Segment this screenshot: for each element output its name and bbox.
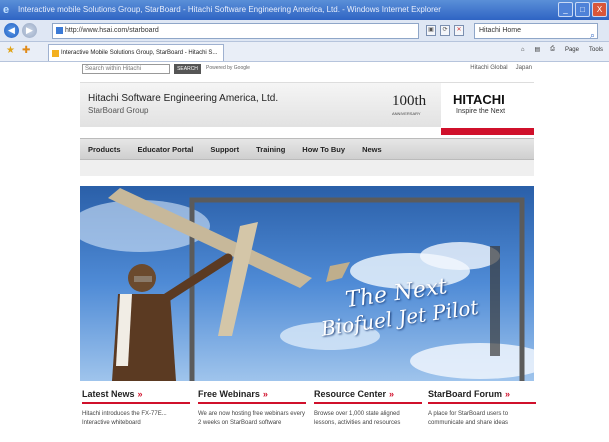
japan-link[interactable]: Japan	[516, 65, 532, 71]
stop-icon[interactable]: ✕	[454, 25, 464, 36]
sub-nav	[80, 160, 534, 176]
tab-current[interactable]: Interactive Mobile Solutions Group, Star…	[48, 44, 224, 61]
nav-news[interactable]: News	[362, 139, 382, 160]
hero-banner[interactable]: The Next Biofuel Jet Pilot	[80, 186, 534, 381]
browser-viewport: Search within Hitachi SEARCH Powered by …	[0, 62, 609, 442]
chevron-right-icon: »	[389, 389, 395, 399]
command-bar: ⌂ ▤ ⎙ Page Tools	[521, 46, 603, 53]
page-menu[interactable]: Page	[565, 47, 579, 53]
back-button[interactable]: ◀	[4, 23, 19, 38]
hitachi-logo[interactable]: HITACHI Inspire the Next	[441, 83, 534, 135]
free-webinars-column: Free Webinars» We are now hosting free w…	[198, 389, 306, 428]
anniversary-sub: ANNIVERSARY	[392, 111, 421, 116]
nav-educator-portal[interactable]: Educator Portal	[138, 139, 194, 160]
chevron-right-icon: »	[505, 389, 511, 399]
search-input[interactable]: Hitachi Home ⌕	[474, 23, 598, 42]
home-icon[interactable]: ⌂	[521, 47, 525, 53]
site-search-button[interactable]: SEARCH	[174, 64, 201, 74]
resource-center-column: Resource Center» Browse over 1,000 state…	[314, 389, 422, 428]
latest-news-link[interactable]: Latest News»	[82, 389, 190, 404]
close-button[interactable]: X	[592, 2, 607, 17]
main-nav: Products Educator Portal Support Trainin…	[80, 138, 534, 160]
refresh-icon[interactable]: ⟳	[440, 25, 450, 36]
pilot-arm	[161, 253, 233, 303]
maximize-button[interactable]: □	[575, 2, 590, 17]
cloud-shape	[410, 343, 534, 379]
company-name: Hitachi Software Engineering America, Lt…	[88, 93, 279, 104]
address-text: http://www.hsai.com/starboard	[65, 27, 159, 34]
window-controls: _ □ X	[558, 2, 607, 17]
print-icon[interactable]: ⎙	[550, 46, 555, 53]
tab-page-icon	[52, 50, 59, 57]
ie-logo-icon: e	[3, 4, 10, 16]
group-name: StarBoard Group	[88, 106, 149, 115]
resource-center-link[interactable]: Resource Center»	[314, 389, 422, 404]
search-placeholder: Hitachi Home	[479, 27, 522, 34]
latest-news-title: Latest News	[82, 389, 135, 399]
nav-training[interactable]: Training	[256, 139, 285, 160]
tab-title: Interactive Mobile Solutions Group, Star…	[61, 50, 218, 56]
site-header: Hitachi Software Engineering America, Lt…	[80, 82, 534, 135]
chevron-right-icon: »	[137, 389, 143, 399]
latest-news-text[interactable]: Hitachi introduces the FX-77E... Interac…	[82, 410, 190, 428]
feature-columns: Latest News» Hitachi introduces the FX-7…	[80, 389, 536, 442]
nav-support[interactable]: Support	[210, 139, 239, 160]
tools-menu[interactable]: Tools	[589, 47, 603, 53]
starboard-forum-column: StarBoard Forum» A place for StarBoard u…	[428, 389, 536, 428]
web-page: Search within Hitachi SEARCH Powered by …	[80, 62, 536, 442]
forward-button[interactable]: ▶	[22, 23, 37, 38]
page-icon	[56, 27, 63, 34]
address-toolbar: ◀ ▶ http://www.hsai.com/starboard ▣ ⟳ ✕ …	[0, 20, 609, 42]
logo-tagline: Inspire the Next	[456, 108, 506, 115]
starboard-forum-text: A place for StarBoard users to communica…	[428, 411, 509, 426]
top-links: Hitachi Global Japan	[470, 65, 532, 71]
latest-news-column: Latest News» Hitachi introduces the FX-7…	[82, 389, 190, 428]
window-titlebar: e Interactive mobile Solutions Group, St…	[0, 0, 609, 20]
starboard-forum-link[interactable]: StarBoard Forum»	[428, 389, 536, 404]
powered-by-text: Powered by Google	[206, 65, 250, 71]
resource-center-text: Browse over 1,000 state aligned lessons,…	[314, 411, 401, 426]
logo-text: HITACHI	[453, 92, 505, 107]
starboard-forum-title: StarBoard Forum	[428, 389, 503, 399]
feeds-icon[interactable]: ▤	[534, 46, 540, 53]
address-input[interactable]: http://www.hsai.com/starboard	[52, 23, 419, 39]
window-title: Interactive mobile Solutions Group, Star…	[18, 5, 441, 14]
search-icon[interactable]: ⌕	[590, 28, 595, 42]
minimize-button[interactable]: _	[558, 2, 573, 17]
hitachi-global-link[interactable]: Hitachi Global	[470, 65, 507, 71]
cloud-shape	[420, 242, 500, 270]
favorites-star-icon[interactable]: ★	[6, 45, 15, 56]
free-webinars-title: Free Webinars	[198, 389, 260, 399]
logo-red-bar	[441, 128, 534, 135]
pilot-goggles	[134, 276, 152, 282]
nav-products[interactable]: Products	[88, 139, 121, 160]
compat-icon[interactable]: ▣	[426, 25, 436, 36]
resource-center-title: Resource Center	[314, 389, 387, 399]
free-webinars-text: We are now hosting free webinars every 2…	[198, 411, 305, 426]
free-webinars-link[interactable]: Free Webinars»	[198, 389, 306, 404]
add-favorites-icon[interactable]: ✚	[22, 45, 30, 56]
plane-tail	[326, 262, 350, 282]
chevron-right-icon: »	[262, 389, 268, 399]
anniversary-mark: 100th	[392, 93, 427, 109]
tab-bar: ★ ✚ Interactive Mobile Solutions Group, …	[0, 42, 609, 62]
site-search-input[interactable]: Search within Hitachi	[82, 64, 170, 74]
nav-how-to-buy[interactable]: How To Buy	[302, 139, 345, 160]
